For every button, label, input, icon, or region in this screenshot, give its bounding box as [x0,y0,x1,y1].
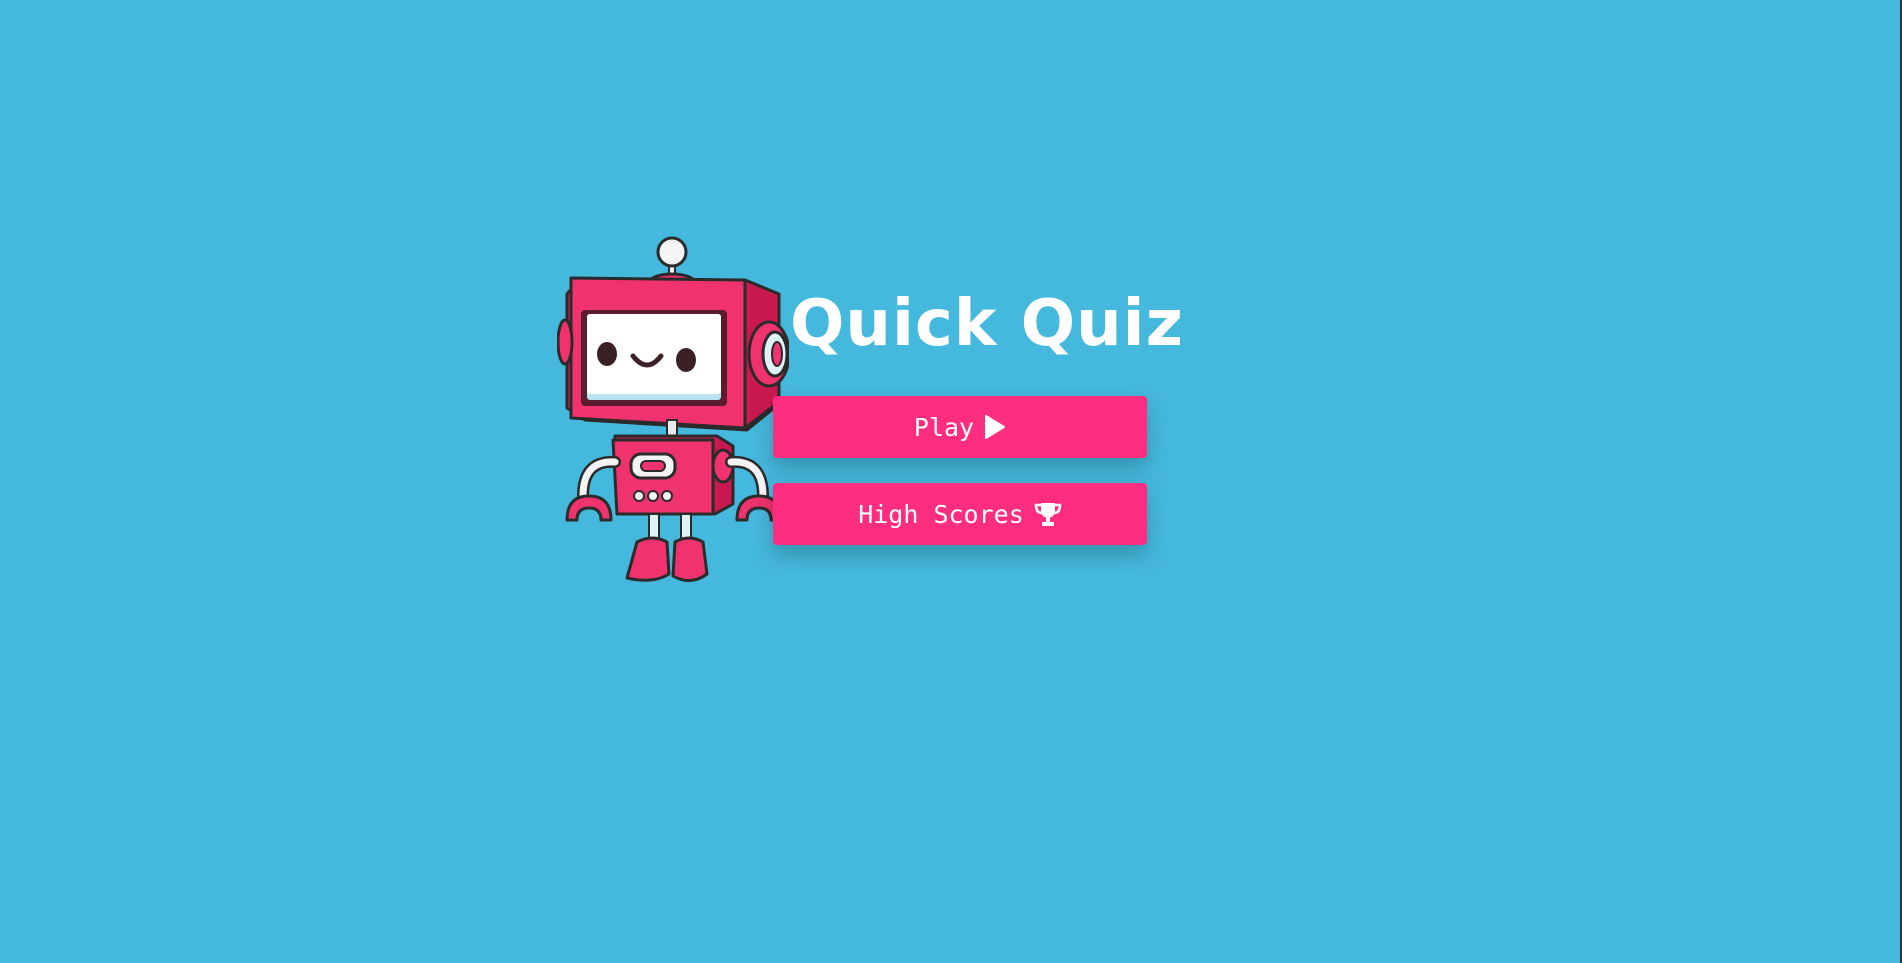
trophy-icon [1034,501,1062,527]
play-button-label: Play [913,412,975,442]
page-title: Quick Quiz [790,287,1184,361]
high-scores-button-label: High Scores [858,499,1024,529]
high-scores-button[interactable]: High Scores [773,483,1147,545]
play-button[interactable]: Play [773,396,1147,458]
play-icon [984,414,1006,440]
robot-mascot-image [557,236,789,582]
